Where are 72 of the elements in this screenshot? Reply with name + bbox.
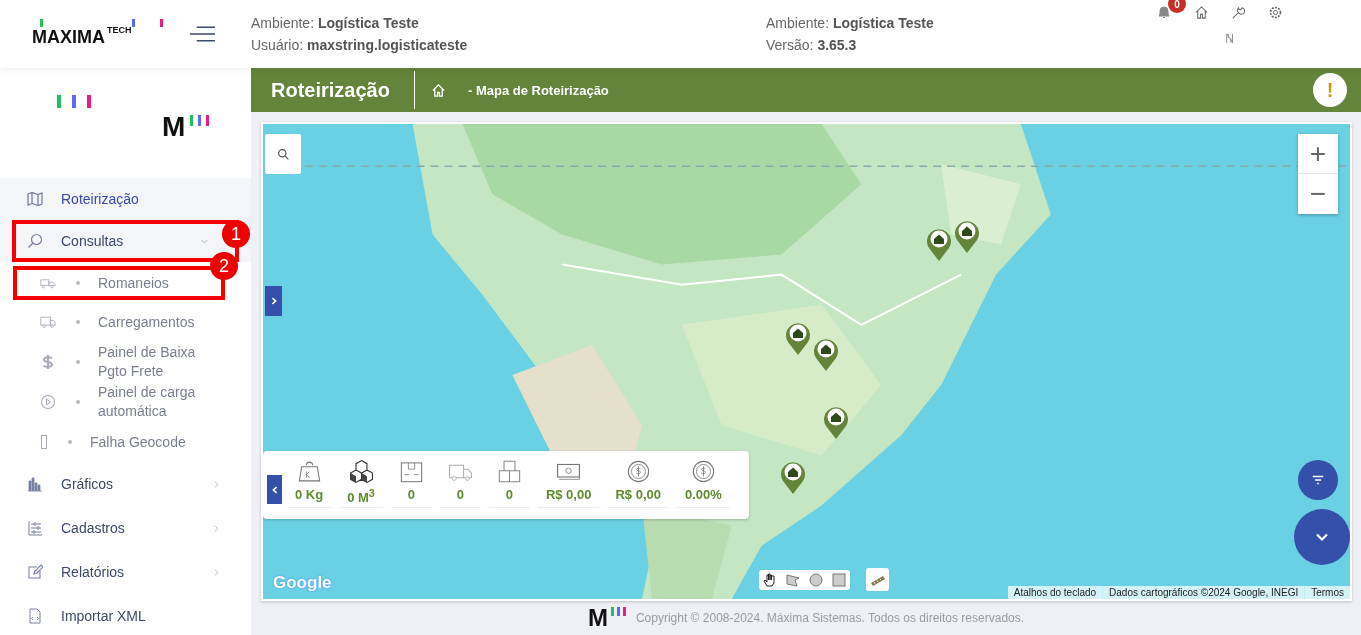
copyright-text: Copyright © 2008-2024. Máxima Sistemas. Todos os direitos reservados. [635,611,1025,625]
map-icon [27,191,43,207]
polygon-icon[interactable] [785,571,801,588]
chevron-left-icon [270,484,279,495]
package-icon [398,459,424,484]
submenu-item[interactable]: Falha Geocode [0,422,251,462]
coin-icon [690,459,716,484]
info-text: Ambiente: Logística Teste [251,14,420,33]
menu-item[interactable]: Gráficos [0,462,251,506]
info-text: Usuário: maxstring.logisticateste [251,36,469,55]
hand-icon[interactable] [762,571,778,588]
notification-badge: 0 [1168,0,1186,13]
sliders-icon [27,520,43,536]
zoom-button[interactable]: + [1298,134,1338,174]
stat-value: 0.00% [684,487,722,502]
file-icon [27,608,43,624]
page-title: Roteirização [271,78,390,102]
menu-item[interactable]: Roteirização [0,178,251,220]
footer-logo: M [587,607,626,629]
expand-panel-button[interactable] [265,286,282,316]
stat-value: 0 [456,487,464,502]
attribution-link[interactable]: Dados cartográficos ©2024 Google, INEGI [1103,586,1305,599]
search-icon [27,233,43,249]
stat-value: 0 Kg [295,487,324,502]
annotation-number: 1 [222,220,250,248]
coin-icon [625,459,651,484]
bar-chart-icon [27,476,43,492]
play-icon [40,394,56,410]
chevron-right-icon [269,296,278,306]
stat-value: 0 M$^{3}$ [347,487,375,506]
menu-item[interactable]: Importar XML [0,594,251,635]
home-icon[interactable] [1194,4,1209,20]
weight-icon [296,459,322,484]
map-logo: Google [273,573,332,593]
annotation-number: 2 [210,252,238,280]
menu-item[interactable]: Relatórios [0,550,251,594]
chevron-icon [212,567,221,577]
chevron-icon [212,479,221,489]
wrench-icon[interactable] [1231,4,1246,20]
boxes-icon [496,459,522,484]
attribution-link[interactable]: Atalhos do teclado [1007,586,1103,599]
stat-value: R$ 0,00 [545,487,592,502]
zoom-button[interactable]: − [1298,174,1338,214]
cubes-icon [348,459,374,484]
submenu-item[interactable]: Painel de carga automática [0,382,251,422]
stat-value: R$ 0,00 [615,487,661,502]
brand-logo: M [162,115,210,139]
chevron-icon [212,523,221,533]
circle-icon[interactable] [808,571,824,588]
settings-icon[interactable] [1268,4,1283,20]
edit-icon [27,564,43,580]
collapse-panel-button[interactable] [267,475,282,504]
stat-value: 0 [407,487,415,502]
square-icon[interactable] [831,571,847,588]
info-text: Versão: 3.65.3 [766,36,858,55]
filter-icon [1311,473,1325,487]
ruler-button[interactable] [866,568,889,591]
breadcrumb[interactable]: - Mapa de Roteirização [467,82,1313,98]
submenu-item[interactable]: Painel de Baixa Pgto Frete [0,342,251,382]
submenu-item[interactable]: Carregamentos [0,302,251,342]
menu-icon[interactable] [189,26,216,42]
attribution-link[interactable]: Termos [1305,586,1350,599]
stat-value: 0 [505,487,513,502]
location-pin-icon[interactable] [821,404,850,441]
search-icon [276,147,290,161]
brand-bars-icon [57,95,92,108]
home-icon[interactable] [430,82,446,98]
menu-item[interactable]: Cadastros [0,506,251,550]
dollar-icon [40,354,56,370]
bell-icon[interactable] [1156,4,1172,20]
info-text: Ambiente: Logística Teste [766,14,935,33]
truck-icon [40,314,56,330]
